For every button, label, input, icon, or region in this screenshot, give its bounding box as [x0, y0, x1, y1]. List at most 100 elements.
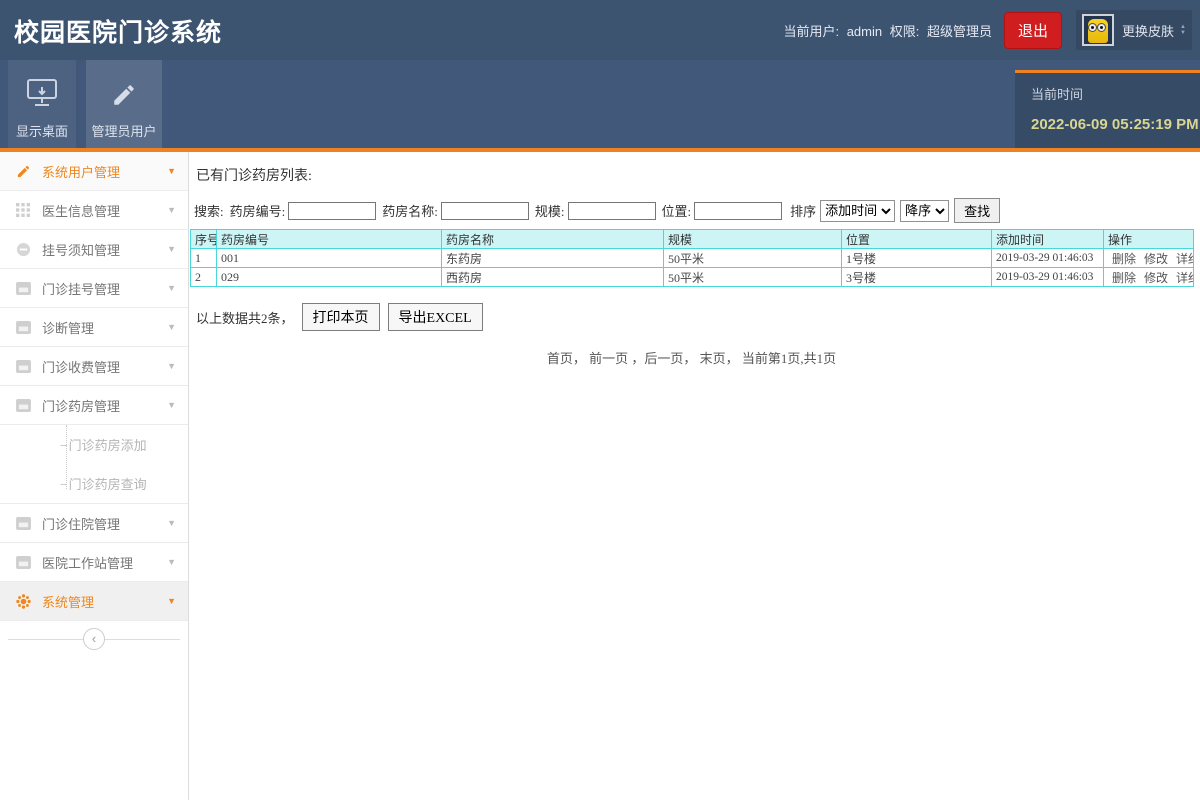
- sidebar-item-label: 系统用户管理: [42, 162, 120, 181]
- header-right: 当前用户: admin 权限: 超级管理员 退出 更换皮肤 ▲▼: [783, 0, 1192, 60]
- main-content: 已有门诊药房列表: 搜索: 药房编号: 药房名称: 规模: 位置: 排序 添加时…: [190, 152, 1200, 800]
- sidebar-item-label: 门诊住院管理: [42, 514, 120, 533]
- sidebar-item-outpatient-fee-mgmt[interactable]: 门诊收费管理 ▼: [0, 347, 188, 386]
- detail-link[interactable]: 详细: [1176, 271, 1193, 285]
- chevron-down-icon: ▼: [167, 596, 176, 606]
- sidebar-item-hospital-workstation-mgmt[interactable]: 医院工作站管理 ▼: [0, 543, 188, 582]
- sidebar-item-system-user-mgmt[interactable]: 系统用户管理 ▼: [0, 152, 188, 191]
- cell-name: 西药房: [442, 268, 664, 287]
- cell-code: 001: [217, 249, 442, 268]
- print-page-button[interactable]: 打印本页: [302, 303, 380, 331]
- sidebar-item-outpatient-registration-mgmt[interactable]: 门诊挂号管理 ▼: [0, 269, 188, 308]
- record-count-text: 以上数据共2条，: [196, 308, 294, 327]
- cell-no: 2: [191, 268, 217, 287]
- table-row: 1 001 东药房 50平米 1号楼 2019-03-29 01:46:03 删…: [191, 249, 1194, 268]
- col-header-added-time: 添加时间: [992, 230, 1104, 249]
- sidebar-subitem-label: 门诊药房添加: [69, 435, 147, 454]
- card-icon: [14, 399, 32, 412]
- table-row: 2 029 西药房 50平米 3号楼 2019-03-29 01:46:03 删…: [191, 268, 1194, 287]
- col-header-name: 药房名称: [442, 230, 664, 249]
- cell-size: 50平米: [664, 268, 842, 287]
- delete-link[interactable]: 删除: [1112, 271, 1136, 285]
- sidebar-item-diagnosis-mgmt[interactable]: 诊断管理 ▼: [0, 308, 188, 347]
- toolbar-item-label: 显示桌面: [16, 121, 68, 140]
- edit-link[interactable]: 修改: [1144, 252, 1168, 266]
- cell-no: 1: [191, 249, 217, 268]
- toolbar-item-show-desktop[interactable]: 显示桌面: [8, 60, 76, 148]
- col-header-code: 药房编号: [217, 230, 442, 249]
- app-header: 校园医院门诊系统 当前用户: admin 权限: 超级管理员 退出 更换皮肤 ▲…: [0, 0, 1200, 60]
- sidebar-item-label: 医院工作站管理: [42, 553, 133, 572]
- card-icon: [14, 517, 32, 530]
- pagination[interactable]: 首页， 前一页 ，后一页， 末页， 当前第1页,共1页: [190, 348, 1193, 367]
- cell-location: 3号楼: [842, 268, 992, 287]
- chevron-down-icon: ▼: [167, 205, 176, 215]
- skin-switcher[interactable]: 更换皮肤 ▲▼: [1076, 10, 1192, 50]
- detail-link[interactable]: 详细: [1176, 252, 1193, 266]
- col-header-location: 位置: [842, 230, 992, 249]
- current-time-value: 2022-06-09 05:25:19 PM: [1031, 116, 1200, 133]
- sidebar: 系统用户管理 ▼ 医生信息管理 ▼ 挂号须知管理 ▼ 门诊挂号管理 ▼ 诊断: [0, 152, 189, 800]
- sidebar-item-label: 挂号须知管理: [42, 240, 120, 259]
- cell-size: 50平米: [664, 249, 842, 268]
- card-icon: [14, 321, 32, 334]
- card-icon: [14, 556, 32, 569]
- avatar-image: [1088, 19, 1108, 43]
- sidebar-item-registration-notice-mgmt[interactable]: 挂号须知管理 ▼: [0, 230, 188, 269]
- sidebar-subitem-pharmacy-query[interactable]: 门诊药房查询: [0, 464, 188, 503]
- pencil-icon: [14, 164, 32, 179]
- flower-icon: [14, 594, 32, 609]
- sidebar-collapse-button[interactable]: ‹: [83, 628, 105, 650]
- sidebar-item-label: 门诊药房管理: [42, 396, 120, 415]
- sidebar-subitem-label: 门诊药房查询: [69, 474, 147, 493]
- chevron-down-icon: ▼: [167, 166, 176, 176]
- circle-minus-icon: [14, 242, 32, 257]
- page-title: 已有门诊药房列表:: [196, 165, 1200, 185]
- field-label-pharmacy-code: 药房编号:: [230, 201, 286, 220]
- search-form: 搜索: 药房编号: 药房名称: 规模: 位置: 排序 添加时间 降序 查找: [194, 198, 1200, 223]
- chevron-down-icon: ▼: [167, 518, 176, 528]
- sidebar-item-system-mgmt[interactable]: 系统管理 ▼: [0, 582, 188, 621]
- table-header-row: 序号 药房编号 药房名称 规模 位置 添加时间 操作: [191, 230, 1194, 249]
- grid-icon: [14, 203, 32, 217]
- pencil-icon: [111, 82, 137, 111]
- pharmacy-submenu: 门诊药房添加 门诊药房查询: [0, 425, 188, 504]
- pharmacy-name-input[interactable]: [441, 202, 529, 220]
- location-input[interactable]: [694, 202, 782, 220]
- skin-spinner-icon[interactable]: ▲▼: [1180, 24, 1186, 36]
- chevron-down-icon: ▼: [167, 244, 176, 254]
- sidebar-subitem-pharmacy-add[interactable]: 门诊药房添加: [0, 425, 188, 464]
- cell-code: 029: [217, 268, 442, 287]
- size-input[interactable]: [568, 202, 656, 220]
- sidebar-item-label: 门诊收费管理: [42, 357, 120, 376]
- cell-added-time: 2019-03-29 01:46:03: [992, 249, 1104, 268]
- current-time-label: 当前时间: [1031, 84, 1200, 103]
- card-icon: [14, 360, 32, 373]
- toolbar-item-label: 管理员用户: [91, 121, 156, 140]
- sidebar-item-doctor-info-mgmt[interactable]: 医生信息管理 ▼: [0, 191, 188, 230]
- logout-button[interactable]: 退出: [1004, 12, 1062, 49]
- search-label: 搜索:: [194, 201, 224, 220]
- edit-link[interactable]: 修改: [1144, 271, 1168, 285]
- chevron-down-icon: ▼: [167, 322, 176, 332]
- cell-actions: 删除修改详细: [1104, 268, 1194, 287]
- search-button[interactable]: 查找: [954, 198, 1000, 223]
- desktop-icon: [25, 78, 59, 111]
- sidebar-item-outpatient-hospitalization-mgmt[interactable]: 门诊住院管理 ▼: [0, 504, 188, 543]
- sidebar-item-outpatient-pharmacy-mgmt[interactable]: 门诊药房管理 ▼: [0, 386, 188, 425]
- cell-actions: 删除修改详细: [1104, 249, 1194, 268]
- pharmacy-code-input[interactable]: [288, 202, 376, 220]
- toolbar-item-admin-user[interactable]: 管理员用户: [86, 60, 162, 148]
- col-header-no: 序号: [191, 230, 217, 249]
- sort-field-select[interactable]: 添加时间: [820, 200, 895, 222]
- sidebar-item-label: 系统管理: [42, 592, 94, 611]
- export-excel-button[interactable]: 导出EXCEL: [388, 303, 483, 331]
- delete-link[interactable]: 删除: [1112, 252, 1136, 266]
- sort-order-select[interactable]: 降序: [900, 200, 949, 222]
- sidebar-item-label: 医生信息管理: [42, 201, 120, 220]
- chevron-down-icon: ▼: [167, 400, 176, 410]
- role-label: 权限:: [890, 24, 920, 39]
- sidebar-item-label: 门诊挂号管理: [42, 279, 120, 298]
- change-skin-label: 更换皮肤: [1122, 21, 1174, 40]
- user-role: 超级管理员: [927, 24, 992, 39]
